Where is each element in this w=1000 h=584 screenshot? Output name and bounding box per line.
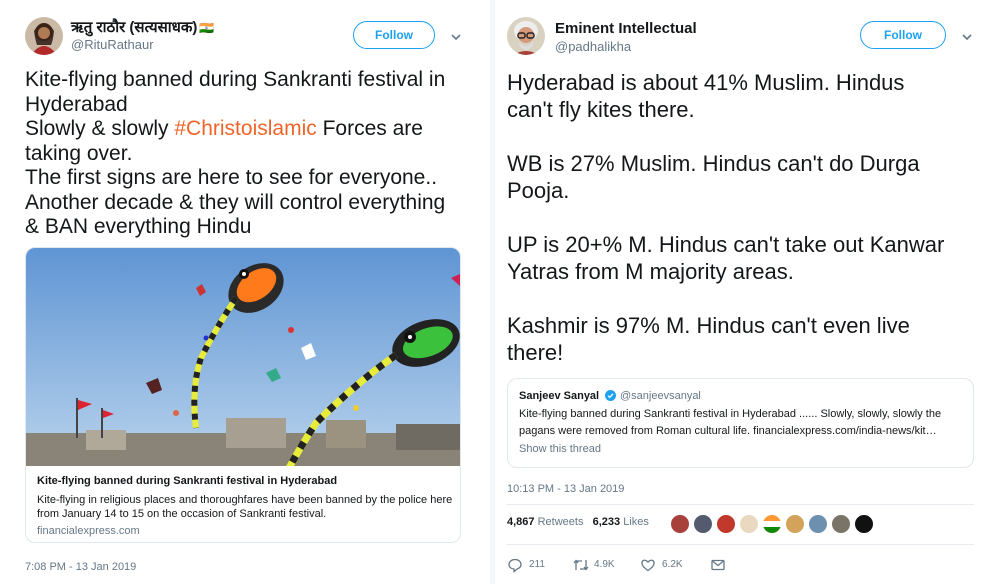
tweet-text: Hyderabad is about 41% Muslim. Hindus ca… bbox=[507, 69, 987, 366]
tweet-line: WB is 27% Muslim. Hindus can't do Durga bbox=[507, 151, 920, 176]
tweet-paragraph: Hyderabad is about 41% Muslim. Hindus ca… bbox=[507, 69, 987, 123]
divider bbox=[507, 504, 974, 505]
liker-avatar[interactable] bbox=[739, 514, 759, 534]
tweet-line: Hyderabad bbox=[25, 92, 128, 116]
like-count: 6.2K bbox=[662, 559, 683, 570]
liker-avatar[interactable] bbox=[808, 514, 828, 534]
flag-emoji: 🇮🇳 bbox=[199, 21, 215, 35]
quoted-author-name[interactable]: Sanjeev Sanyal bbox=[519, 390, 599, 402]
liker-avatar[interactable] bbox=[670, 514, 690, 534]
follow-button[interactable]: Follow bbox=[353, 21, 435, 49]
tweet-paragraph: WB is 27% Muslim. Hindus can't do Durga … bbox=[507, 150, 987, 204]
tweet-line: can't fly kites there. bbox=[507, 97, 695, 122]
dm-icon bbox=[711, 559, 725, 571]
verified-icon bbox=[605, 390, 616, 401]
tweet-actions: 211 4.9K 6.2K bbox=[507, 556, 767, 574]
tweet-line: UP is 20+% M. Hindus can't take out Kanw… bbox=[507, 232, 945, 257]
author-name-text[interactable]: ऋतु राठौर (सत्यसाधक) bbox=[71, 19, 197, 36]
tweet-line: Slowly & slowly #Christoislamic Forces a… bbox=[25, 117, 480, 142]
like-icon bbox=[641, 559, 655, 572]
link-card[interactable]: Kite-flying banned during Sankranti fest… bbox=[25, 247, 461, 543]
follow-button[interactable]: Follow bbox=[860, 21, 946, 49]
tweet-line-part: Forces are bbox=[322, 117, 423, 140]
avatar[interactable] bbox=[25, 17, 63, 55]
tweet-paragraph: UP is 20+% M. Hindus can't take out Kanw… bbox=[507, 231, 987, 285]
tweet-text: Kite-flying banned during Sankranti fest… bbox=[25, 68, 480, 240]
quoted-text: Kite-flying banned during Sankranti fest… bbox=[519, 408, 942, 437]
liker-avatar[interactable] bbox=[693, 514, 713, 534]
author-name[interactable]: Eminent Intellectual bbox=[555, 20, 697, 37]
author-name[interactable]: ऋतु राठौर (सत्यसाधक) 🇮🇳 bbox=[71, 17, 214, 37]
liker-avatar[interactable] bbox=[785, 514, 805, 534]
tweet-left: ऋतु राठौर (सत्यसाधक) 🇮🇳 @RituRathaur Foll… bbox=[0, 0, 490, 584]
engagement-stats: 4,867 Retweets 6,233 Likes bbox=[507, 516, 649, 528]
retweet-count: 4.9K bbox=[594, 559, 615, 570]
liker-avatar[interactable] bbox=[831, 514, 851, 534]
liker-avatar[interactable] bbox=[854, 514, 874, 534]
quoted-tweet[interactable]: Sanjeev Sanyal @sanjeevsanyal Kite-flyin… bbox=[507, 378, 974, 468]
retweet-icon bbox=[573, 559, 589, 571]
tweet-line: there! bbox=[507, 340, 564, 365]
likes-label[interactable]: Likes bbox=[623, 516, 649, 528]
panel-divider bbox=[490, 0, 495, 584]
quoted-author-handle[interactable]: @sanjeevsanyal bbox=[620, 390, 701, 402]
liker-avatar[interactable] bbox=[716, 514, 736, 534]
show-thread-link[interactable]: Show this thread bbox=[519, 443, 601, 455]
author-handle[interactable]: @padhalikha bbox=[555, 39, 631, 54]
tweet-line: Kite-flying banned during Sankranti fest… bbox=[25, 68, 446, 91]
tweet-timestamp[interactable]: 7:08 PM - 13 Jan 2019 bbox=[25, 561, 136, 573]
avatar[interactable] bbox=[507, 17, 545, 55]
card-title[interactable]: Kite-flying banned during Sankranti fest… bbox=[37, 475, 337, 487]
retweets-label[interactable]: Retweets bbox=[538, 516, 584, 528]
tweet-paragraph: Kashmir is 97% M. Hindus can't even live… bbox=[507, 312, 987, 366]
tweet-line: Kashmir is 97% M. Hindus can't even live bbox=[507, 313, 910, 338]
tweet-line-part: Slowly & slowly bbox=[25, 117, 175, 140]
divider bbox=[507, 544, 974, 545]
card-description: Kite-flying in religious places and thor… bbox=[37, 494, 453, 520]
tweet-line: & BAN everything Hindu bbox=[25, 215, 252, 238]
reply-count: 211 bbox=[529, 559, 545, 570]
tweet-line: The first signs are here to see for ever… bbox=[25, 166, 438, 189]
tweet-timestamp[interactable]: 10:13 PM - 13 Jan 2019 bbox=[507, 483, 624, 495]
likes-count[interactable]: 6,233 bbox=[593, 516, 621, 528]
hashtag-link[interactable]: #Christoislamic bbox=[174, 117, 316, 140]
author-handle[interactable]: @RituRathaur bbox=[71, 37, 154, 52]
tweet-line: taking over. bbox=[25, 141, 133, 165]
reply-icon bbox=[508, 558, 522, 573]
card-domain[interactable]: financialexpress.com bbox=[37, 525, 140, 537]
tweet-line: Yatras from M majority areas. bbox=[507, 259, 794, 284]
liker-avatar[interactable] bbox=[762, 514, 782, 534]
tweet-line: Pooja. bbox=[507, 178, 570, 203]
retweets-count[interactable]: 4,867 bbox=[507, 516, 535, 528]
tweet-line: Another decade & they will control every… bbox=[25, 190, 446, 214]
chevron-down-icon[interactable] bbox=[960, 30, 974, 44]
card-image[interactable] bbox=[26, 248, 461, 466]
chevron-down-icon[interactable] bbox=[449, 30, 463, 44]
tweet-line: Hyderabad is about 41% Muslim. Hindus bbox=[507, 70, 905, 95]
